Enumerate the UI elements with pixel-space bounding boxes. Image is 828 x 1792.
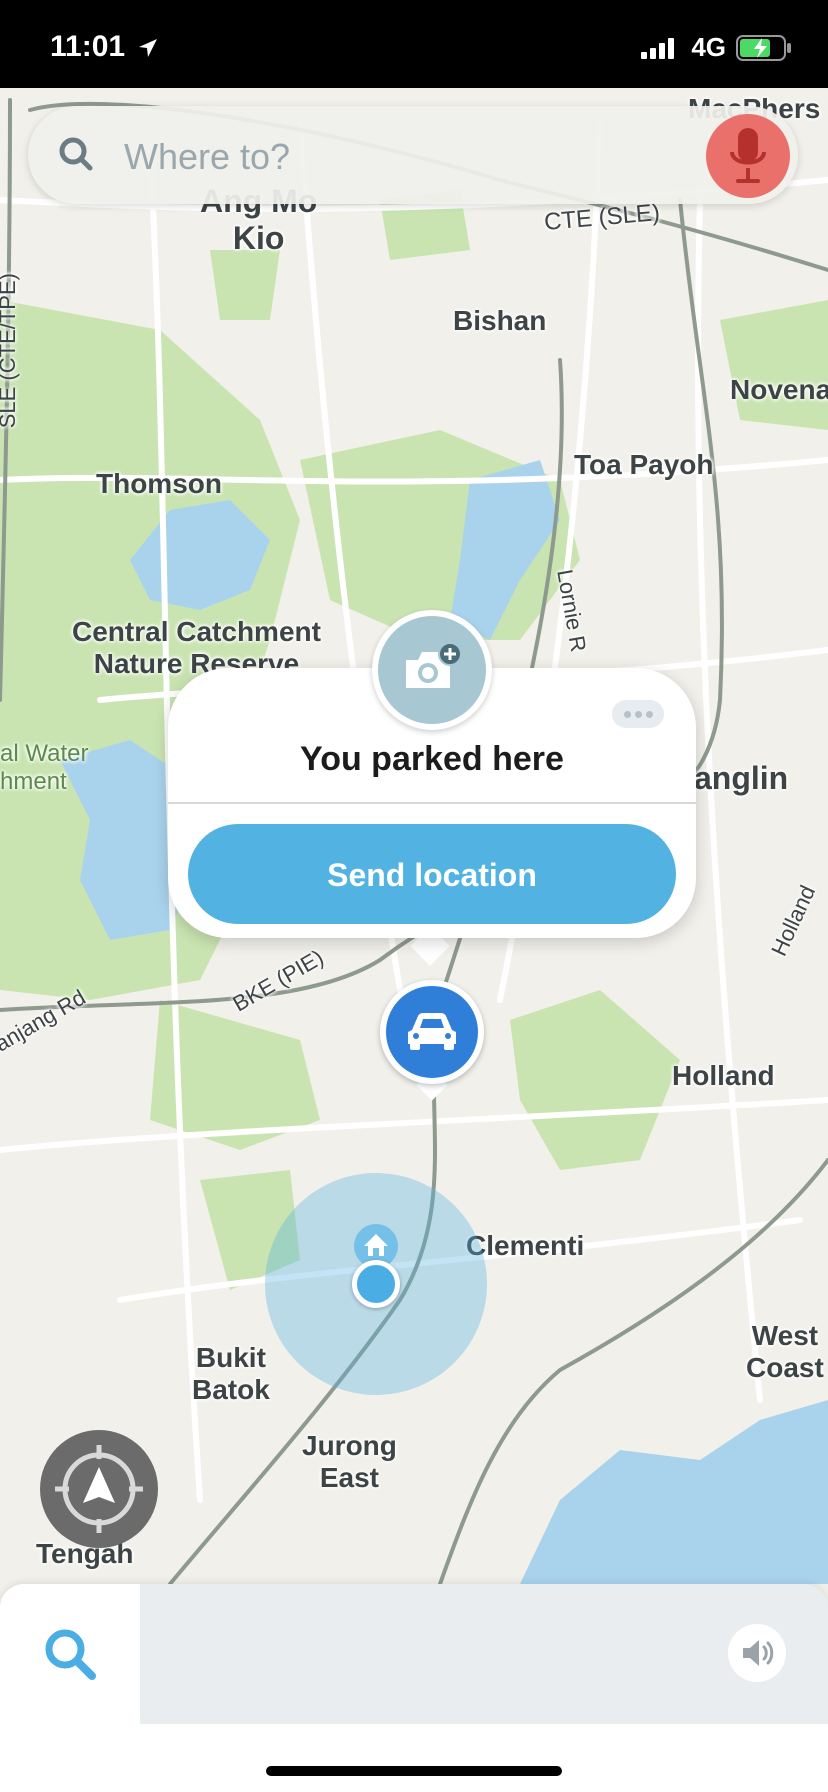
battery-charging-icon [736, 34, 791, 61]
home-indicator[interactable] [266, 1766, 562, 1776]
more-dots-icon [623, 710, 631, 718]
map-label-sle: SLE (CTE/TPE) [0, 273, 20, 429]
car-icon [408, 1013, 456, 1050]
popup-title: You parked here [300, 740, 564, 778]
status-indicators: 4G [641, 32, 792, 63]
status-time-text: 11:01 [50, 30, 126, 63]
sound-settings-button[interactable] [728, 1624, 786, 1682]
location-arrow-icon [139, 39, 158, 58]
send-location-button[interactable]: Send location [188, 824, 676, 924]
status-bar: 11:01 4G [0, 0, 828, 88]
map-label-tanglin: anglin [694, 760, 789, 796]
search-bar[interactable]: Where to? [28, 106, 798, 204]
park-area [510, 990, 680, 1170]
search-icon [45, 1629, 96, 1680]
search-icon [58, 136, 94, 177]
sea [520, 1400, 828, 1584]
popup-divider [168, 802, 696, 804]
bottom-search-button[interactable] [0, 1584, 140, 1724]
network-type: 4G [691, 32, 726, 62]
navigation-arrow-icon [55, 1445, 143, 1533]
recenter-button[interactable] [40, 1430, 158, 1548]
status-time: 11:01 [50, 30, 159, 64]
signal-bars-icon [641, 37, 675, 59]
search-input[interactable]: Where to? [124, 136, 290, 178]
map-label-west-coast: West Coast [746, 1320, 824, 1384]
camera-add-icon [406, 642, 462, 688]
current-location-dot [352, 1260, 400, 1308]
park-area [720, 300, 828, 430]
map-label-thomson: Thomson [96, 468, 222, 499]
map-label-jurong-east: Jurong East [302, 1430, 397, 1494]
voice-search-button[interactable] [706, 114, 790, 198]
bottom-bar [0, 1584, 828, 1724]
map-label-central-water: al Water hment [0, 740, 89, 795]
home-indicator-area [0, 1724, 828, 1792]
map-label-novena: Novena [730, 374, 828, 405]
map-label-bukit-batok: Bukit Batok [192, 1342, 270, 1406]
speaker-icon [743, 1640, 774, 1666]
add-photo-button[interactable] [372, 610, 492, 730]
map-label-bishan: Bishan [453, 305, 547, 336]
map-label-toa-payoh: Toa Payoh [574, 449, 714, 480]
more-options-button[interactable] [612, 700, 664, 728]
park-area [210, 250, 280, 320]
microphone-icon [730, 128, 766, 183]
map-label-holland: Holland [672, 1060, 775, 1091]
parked-car-marker[interactable] [380, 980, 484, 1084]
